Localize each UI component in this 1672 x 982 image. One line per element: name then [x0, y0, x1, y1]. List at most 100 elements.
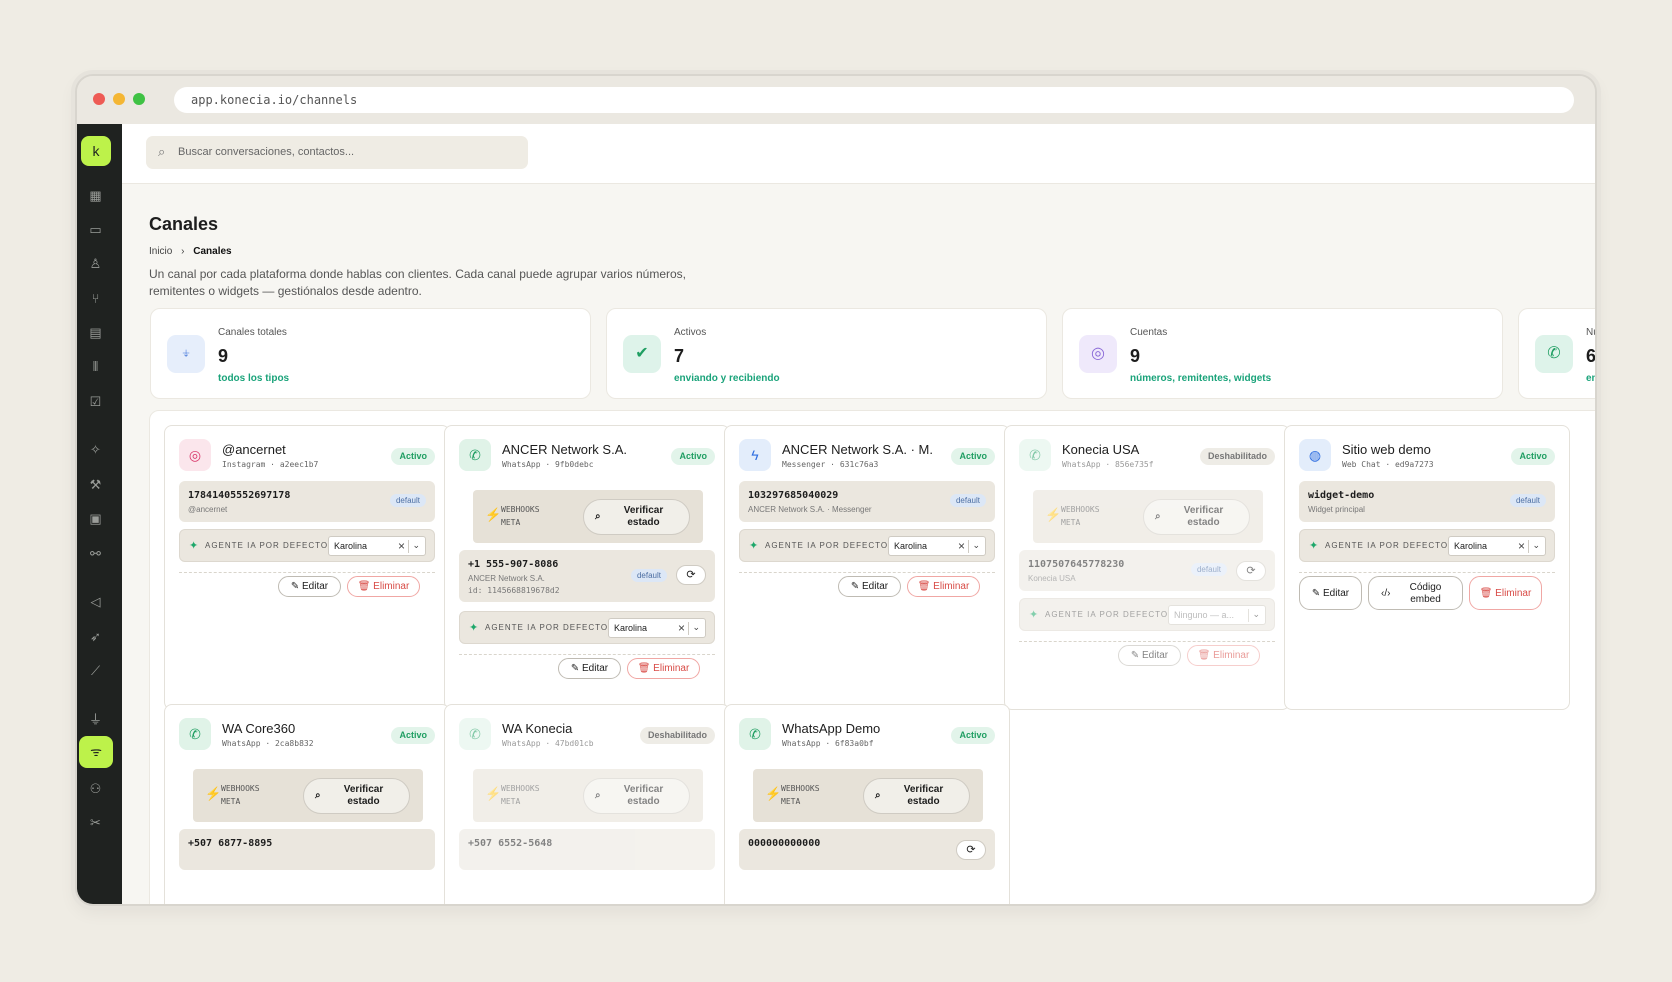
agent-select[interactable]: Karolina × ⌄: [328, 536, 426, 556]
verify-status-button[interactable]: ⌕ Verificar estado: [1143, 499, 1250, 535]
verify-status-button[interactable]: ⌕ Verificar estado: [583, 778, 690, 814]
browser-titlebar: app.konecia.io/channels: [77, 76, 1595, 124]
agent-label: AGENTE IA POR DEFECTO: [765, 541, 889, 550]
rocket-icon[interactable]: ➶: [77, 627, 114, 647]
channel-meta: WhatsApp · 856e735f: [1062, 460, 1154, 469]
delete-button[interactable]: 🗑 Eliminar: [347, 576, 420, 597]
channel-meta: Instagram · a2eec1b7: [222, 460, 319, 469]
maximize-window-button[interactable]: [133, 93, 145, 105]
channel-type: WhatsApp: [782, 739, 821, 748]
bolt-icon: ⚡: [205, 786, 222, 801]
account-number: 103297685040029: [748, 490, 839, 501]
agent-value: Karolina: [614, 623, 648, 633]
settings-icon[interactable]: ✂: [77, 813, 114, 833]
sync-button[interactable]: ⟳: [956, 840, 986, 860]
account-name: Konecia USA: [1028, 574, 1076, 583]
clear-icon[interactable]: ×: [678, 621, 685, 635]
verify-status-button[interactable]: ⌕ Verificar estado: [583, 499, 690, 535]
status-badge: Deshabilitado: [1199, 448, 1275, 465]
account-row[interactable]: 1107507645778230 Konecia USA default ⟳: [1019, 550, 1275, 591]
fingerprint-icon: ◎: [1079, 335, 1117, 373]
status-badge: Activo: [1511, 448, 1555, 465]
tools-icon[interactable]: ⚒: [77, 475, 114, 495]
stat-value: 7: [674, 346, 685, 366]
edit-button[interactable]: ✎ Editar: [278, 576, 341, 597]
delete-button[interactable]: 🗑 Eliminar: [1469, 576, 1542, 610]
default-badge: default: [949, 494, 986, 507]
sync-button[interactable]: ⟳: [1236, 561, 1266, 581]
delete-button[interactable]: 🗑 Eliminar: [627, 658, 700, 679]
pipeline-icon[interactable]: ⦀: [77, 357, 114, 377]
verify-status-button[interactable]: ⌕ Verificar estado: [303, 778, 410, 814]
account-number: +1 555-907-8086: [468, 559, 559, 570]
channel-type: Instagram: [222, 460, 266, 469]
stat-subtitle: en: [1586, 373, 1595, 384]
plug-icon[interactable]: ⏚: [77, 710, 114, 730]
minimize-window-button[interactable]: [113, 93, 125, 105]
agent-select[interactable]: Karolina × ⌄: [608, 618, 706, 638]
flow-icon[interactable]: ⑂: [77, 289, 114, 309]
webhooks-label: WEBHOOKS META: [501, 784, 540, 806]
integrations-icon[interactable]: ⚯: [77, 544, 114, 564]
status-badge: Activo: [391, 727, 435, 744]
default-badge: default: [630, 569, 667, 582]
channel-id: 856e735f: [1114, 460, 1154, 469]
sparkle-icon: ✦: [189, 540, 199, 552]
account-row[interactable]: 17841405552697178 @ancernet default: [179, 481, 435, 522]
breadcrumb-home[interactable]: Inicio: [149, 246, 172, 257]
edit-button[interactable]: ✎ Editar: [1299, 576, 1362, 610]
app-logo[interactable]: k: [81, 136, 111, 166]
account-row[interactable]: widget-demo Widget principal default: [1299, 481, 1555, 522]
contacts-icon[interactable]: ▤: [77, 323, 114, 343]
address-bar[interactable]: app.konecia.io/channels: [174, 87, 1574, 113]
channel-name: Sitio web demo: [1342, 442, 1431, 457]
team-icon[interactable]: ⚇: [77, 779, 114, 799]
messenger-icon: ϟ: [739, 439, 771, 471]
agent-selector-row: ✦ AGENTE IA POR DEFECTO Karolina × ⌄: [459, 611, 715, 644]
clear-icon[interactable]: ×: [958, 539, 965, 553]
knowledge-icon[interactable]: ▣: [77, 509, 114, 529]
channels-icon[interactable]: ᯤ: [79, 736, 113, 768]
webhooks-label: WEBHOOKS META: [501, 505, 540, 527]
edit-button[interactable]: ✎ Editar: [838, 576, 901, 597]
agent-select[interactable]: Karolina × ⌄: [888, 536, 986, 556]
user-icon[interactable]: ♙: [77, 254, 114, 274]
default-badge: default: [1509, 494, 1546, 507]
close-window-button[interactable]: [93, 93, 105, 105]
embed-code-button[interactable]: ‹/› Código embed: [1368, 576, 1463, 610]
sync-button[interactable]: ⟳: [676, 565, 706, 585]
check-icon: ✔: [623, 335, 661, 373]
magic-icon[interactable]: ✧: [77, 440, 114, 460]
clear-icon[interactable]: ×: [1518, 539, 1525, 553]
clear-icon[interactable]: ×: [398, 539, 405, 553]
account-row[interactable]: +507 6552-5648: [459, 829, 715, 870]
agent-select[interactable]: Karolina × ⌄: [1448, 536, 1546, 556]
verify-status-button[interactable]: ⌕ Verificar estado: [863, 778, 970, 814]
analytics-icon[interactable]: ⟋: [77, 661, 114, 681]
tasks-icon[interactable]: ☑: [77, 392, 114, 412]
account-row[interactable]: 103297685040029 ANCER Network S.A. · Mes…: [739, 481, 995, 522]
channel-type: WhatsApp: [502, 739, 541, 748]
stat-card: ✆ Nú 6 en: [1518, 308, 1595, 399]
channel-card: ◍ Sitio web demo Web Chat · ed9a7273 Act…: [1284, 425, 1570, 710]
divider: [459, 654, 715, 655]
delete-button[interactable]: 🗑 Eliminar: [907, 576, 980, 597]
campaigns-icon[interactable]: ◁: [77, 592, 114, 612]
edit-button[interactable]: ✎ Editar: [558, 658, 621, 679]
edit-button[interactable]: ✎ Editar: [1118, 645, 1181, 666]
account-row[interactable]: +1 555-907-8086 ANCER Network S.A. id: 1…: [459, 550, 715, 602]
sidebar-rail: k ▦ ▭ ♙ ⑂ ▤ ⦀ ☑ ✧ ⚒ ▣ ⚯ ◁ ➶ ⟋ ⏚ ᯤ ⚇ ✂: [77, 124, 122, 904]
account-row[interactable]: 000000000000 ⟳: [739, 829, 995, 870]
inbox-icon[interactable]: ▭: [77, 220, 114, 240]
channel-card: ✆ WA Konecia WhatsApp · 47bd01cb Deshabi…: [444, 704, 730, 904]
agent-select[interactable]: Ninguno — a... ⌄: [1168, 605, 1266, 625]
grid-icon[interactable]: ▦: [77, 186, 114, 206]
status-badge: Activo: [671, 448, 715, 465]
account-row[interactable]: +507 6877-8895: [179, 829, 435, 870]
search-input[interactable]: ⌕ Buscar conversaciones, contactos...: [146, 136, 528, 169]
delete-button[interactable]: 🗑 Eliminar: [1187, 645, 1260, 666]
account-number: 000000000000: [748, 838, 821, 849]
divider: [1019, 641, 1275, 642]
stat-label: Cuentas: [1130, 327, 1168, 338]
channel-id: 9fb0debc: [554, 460, 594, 469]
